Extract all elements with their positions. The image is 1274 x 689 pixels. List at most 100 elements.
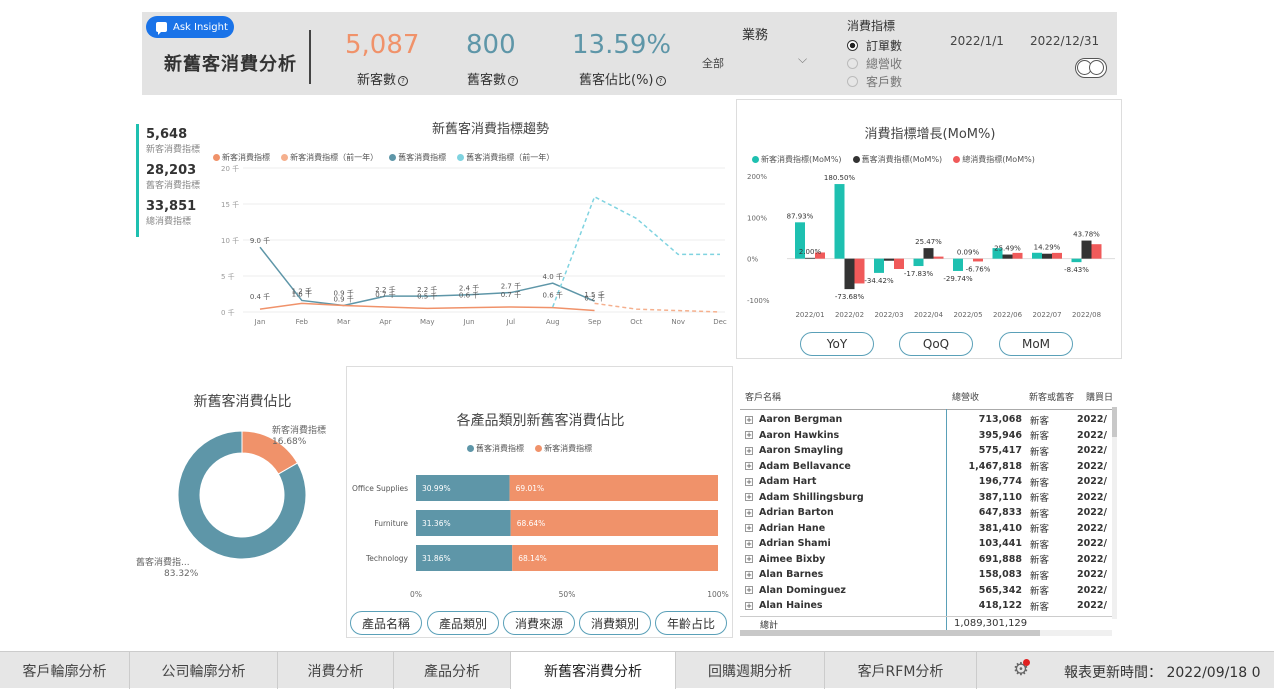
x-tick-label: Jan: [254, 318, 266, 326]
tab-repurchase[interactable]: 回購週期分析: [676, 652, 825, 689]
table-row[interactable]: +Adrian Shami103,441新客2022/: [745, 536, 1107, 552]
expand-icon[interactable]: +: [745, 462, 753, 470]
table-row[interactable]: +Adam Bellavance1,467,818新客2022/: [745, 459, 1107, 475]
table-row[interactable]: +Adrian Hane381,410新客2022/: [745, 521, 1107, 537]
category-title: 各產品類別新舊客消費佔比: [347, 410, 734, 430]
category-card: 各產品類別新舊客消費佔比 舊客消費指標 新客消費指標 Office Suppli…: [346, 366, 733, 638]
vertical-scrollbar[interactable]: [1112, 407, 1117, 619]
x-tick-label: Feb: [296, 318, 309, 326]
category-label: Technology: [365, 554, 409, 563]
table-row[interactable]: +Alan Barnes158,083新客2022/: [745, 567, 1107, 583]
bar: [884, 259, 894, 261]
date-cell: 2022/: [1077, 443, 1107, 459]
tab-customer-profile[interactable]: 客戶輪廓分析: [0, 652, 130, 689]
tab-rfm[interactable]: 客戶RFM分析: [825, 652, 977, 689]
yoy-button[interactable]: YoY: [800, 332, 874, 356]
col-header-type[interactable]: 新客或舊客: [1029, 390, 1074, 403]
age-ratio-button[interactable]: 年齡占比: [655, 611, 727, 635]
col-header-date[interactable]: 購買日: [1086, 390, 1114, 403]
table-row[interactable]: +Aaron Smayling575,417新客2022/: [745, 443, 1107, 459]
revenue-cell: 418,122: [952, 598, 1022, 614]
table-row[interactable]: +Alan Dominguez565,342新客2022/: [745, 583, 1107, 599]
expand-icon[interactable]: +: [745, 447, 753, 455]
date-cell: 2022/: [1077, 412, 1107, 428]
x-tick-label: 2022/01: [795, 311, 824, 319]
radio-orders[interactable]: 訂單數: [847, 37, 902, 54]
customer-name-cell: +Alan Dominguez: [745, 583, 952, 599]
expand-icon[interactable]: +: [745, 555, 753, 563]
tab-product[interactable]: 產品分析: [394, 652, 511, 689]
type-cell: 新客: [1022, 490, 1077, 506]
expand-icon[interactable]: +: [745, 493, 753, 501]
radio-customers[interactable]: 客戶數: [847, 73, 902, 90]
radio-revenue[interactable]: 總營收: [847, 55, 902, 72]
x-tick-label: May: [420, 318, 434, 326]
bar: [934, 257, 944, 259]
data-label-new: 0.6 千: [459, 291, 479, 300]
side-kpi-total-label: 總消費指標: [146, 214, 200, 227]
help-icon[interactable]: ?: [398, 76, 408, 86]
col-header-name[interactable]: 客戶名稱: [745, 390, 781, 403]
legend-label: 舊客消費指標: [476, 443, 524, 454]
col-header-revenue[interactable]: 總營收: [952, 390, 979, 403]
date-start[interactable]: 2022/1/1: [950, 34, 1004, 48]
product-name-button[interactable]: 產品名稱: [350, 611, 422, 635]
help-icon[interactable]: ?: [508, 76, 518, 86]
report-update-time: 報表更新時間： 2022/09/18 0: [1064, 662, 1261, 682]
side-kpi-old-label: 舊客消費指標: [146, 178, 200, 191]
expand-icon[interactable]: +: [745, 571, 753, 579]
ask-insight-button[interactable]: Ask Insight: [146, 16, 234, 38]
expand-icon[interactable]: +: [745, 509, 753, 517]
business-value: 全部: [702, 57, 724, 70]
table-row[interactable]: +Aaron Bergman713,068新客2022/: [745, 412, 1107, 428]
help-icon[interactable]: ?: [656, 76, 666, 86]
business-dropdown[interactable]: 全部 ⌵: [702, 55, 812, 73]
series-line: [595, 303, 720, 312]
table-row[interactable]: +Adam Hart196,774新客2022/: [745, 474, 1107, 490]
kpi-new-count: 5,087: [345, 30, 419, 60]
table-row[interactable]: +Alan Haines418,122新客2022/: [745, 598, 1107, 614]
data-label-old: 31.36%: [422, 519, 451, 528]
bar: [1052, 253, 1062, 259]
date-end[interactable]: 2022/12/31: [1030, 34, 1099, 48]
table-row[interactable]: +Adam Shillingsburg387,110新客2022/: [745, 490, 1107, 506]
radio-icon: [847, 58, 858, 69]
expand-icon[interactable]: +: [745, 524, 753, 532]
expand-icon[interactable]: +: [745, 540, 753, 548]
expand-icon[interactable]: +: [745, 416, 753, 424]
data-label-new: 69.01%: [516, 484, 545, 493]
expand-icon[interactable]: +: [745, 586, 753, 594]
customer-name: Adam Hart: [759, 476, 816, 487]
table-row[interactable]: +Aimee Bixby691,888新客2022/: [745, 552, 1107, 568]
customer-name: Aimee Bixby: [759, 554, 825, 565]
date-cell: 2022/: [1077, 598, 1107, 614]
x-tick-label: 0%: [410, 590, 422, 599]
scroll-thumb[interactable]: [1112, 407, 1117, 437]
bar: [1013, 253, 1023, 259]
date-range-slider[interactable]: [1075, 58, 1107, 78]
expand-icon[interactable]: +: [745, 602, 753, 610]
trend-chart: 新舊客消費指標趨勢 新客消費指標 新客消費指標（前一年） 舊客消費指標 舊客消費…: [213, 100, 733, 330]
tab-consumption[interactable]: 消費分析: [278, 652, 394, 689]
source-button[interactable]: 消費來源: [503, 611, 575, 635]
expand-icon[interactable]: +: [745, 478, 753, 486]
type-cell: 新客: [1022, 536, 1077, 552]
product-category-button[interactable]: 產品類別: [427, 611, 499, 635]
scroll-thumb[interactable]: [740, 630, 1040, 636]
consume-type-button[interactable]: 消費類別: [579, 611, 651, 635]
x-tick-label: Dec: [713, 318, 727, 326]
chat-icon: [156, 22, 167, 32]
table-row[interactable]: +Adrian Barton647,833新客2022/: [745, 505, 1107, 521]
data-label-new: 0.4 千: [250, 292, 270, 301]
horizontal-scrollbar[interactable]: [740, 630, 1112, 636]
mom-button[interactable]: MoM: [999, 332, 1073, 356]
radio-label: 客戶數: [866, 73, 902, 90]
tab-company-profile[interactable]: 公司輪廓分析: [130, 652, 278, 689]
expand-icon[interactable]: +: [745, 431, 753, 439]
qoq-button[interactable]: QoQ: [899, 332, 973, 356]
customer-name-cell: +Alan Haines: [745, 598, 952, 614]
table-row[interactable]: +Aaron Hawkins395,946新客2022/: [745, 428, 1107, 444]
slider-handle-end[interactable]: [1089, 60, 1104, 75]
data-label-new: 0.9 千: [333, 289, 353, 298]
tab-new-old-customer[interactable]: 新舊客消費分析: [511, 652, 676, 689]
